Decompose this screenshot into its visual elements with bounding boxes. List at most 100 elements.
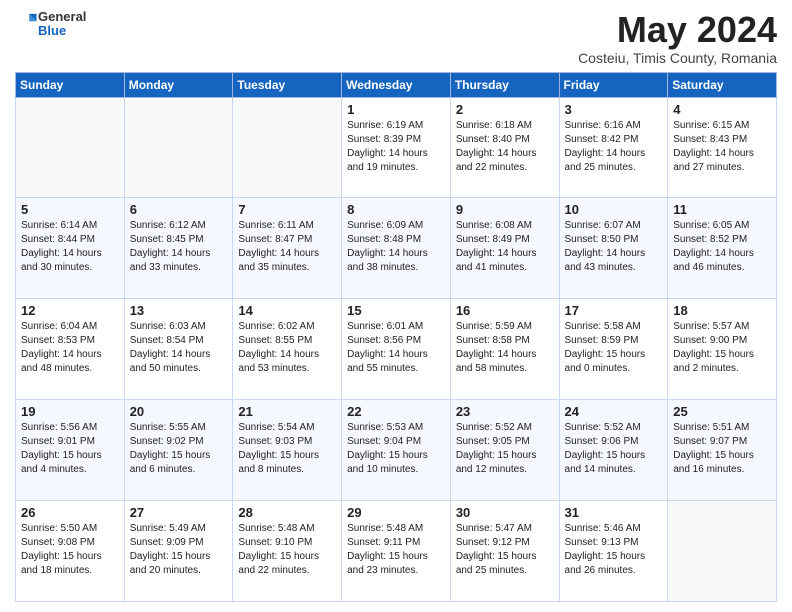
- calendar-cell: 22 Sunrise: 5:53 AM Sunset: 9:04 PM Dayli…: [342, 400, 451, 501]
- calendar-table: SundayMondayTuesdayWednesdayThursdayFrid…: [15, 72, 777, 602]
- calendar-cell: 2 Sunrise: 6:18 AM Sunset: 8:40 PM Daylig…: [450, 97, 559, 198]
- header: General Blue May 2024 Costeiu, Timis Cou…: [15, 10, 777, 66]
- day-number: 18: [673, 303, 771, 318]
- logo-blue: Blue: [38, 24, 86, 38]
- day-number: 13: [130, 303, 228, 318]
- calendar-cell: 18 Sunrise: 5:57 AM Sunset: 9:00 PM Dayli…: [668, 299, 777, 400]
- day-info: Sunrise: 5:47 AM Sunset: 9:12 PM Dayligh…: [456, 522, 554, 578]
- calendar-cell: 21 Sunrise: 5:54 AM Sunset: 9:03 PM Dayli…: [233, 400, 342, 501]
- day-number: 25: [673, 404, 771, 419]
- calendar-cell: 12 Sunrise: 6:04 AM Sunset: 8:53 PM Dayli…: [16, 299, 125, 400]
- calendar-cell: 30 Sunrise: 5:47 AM Sunset: 9:12 PM Dayli…: [450, 501, 559, 602]
- location-subtitle: Costeiu, Timis County, Romania: [578, 50, 777, 66]
- day-info: Sunrise: 6:14 AM Sunset: 8:44 PM Dayligh…: [21, 219, 119, 275]
- day-info: Sunrise: 5:49 AM Sunset: 9:09 PM Dayligh…: [130, 522, 228, 578]
- calendar-cell: 20Sunrise: 5:55 AM Sunset: 9:02 PM Dayli…: [124, 400, 233, 501]
- calendar-cell: 25 Sunrise: 5:51 AM Sunset: 9:07 PM Dayli…: [668, 400, 777, 501]
- day-info: Sunrise: 6:19 AM Sunset: 8:39 PM Dayligh…: [347, 119, 445, 175]
- day-info: Sunrise: 5:58 AM Sunset: 8:59 PM Dayligh…: [565, 320, 663, 376]
- calendar-cell: 13 Sunrise: 6:03 AM Sunset: 8:54 PM Dayli…: [124, 299, 233, 400]
- calendar-cell: 27 Sunrise: 5:49 AM Sunset: 9:09 PM Dayli…: [124, 501, 233, 602]
- day-number: 24: [565, 404, 663, 419]
- col-header-wednesday: Wednesday: [342, 72, 451, 97]
- calendar-cell: 29Sunrise: 5:48 AM Sunset: 9:11 PM Dayli…: [342, 501, 451, 602]
- day-number: 31: [565, 505, 663, 520]
- day-number: 2: [456, 102, 554, 117]
- day-info: Sunrise: 6:02 AM Sunset: 8:55 PM Dayligh…: [238, 320, 336, 376]
- day-info: Sunrise: 5:59 AM Sunset: 8:58 PM Dayligh…: [456, 320, 554, 376]
- calendar-cell: [124, 97, 233, 198]
- day-number: 6: [130, 202, 228, 217]
- calendar-cell: 10 Sunrise: 6:07 AM Sunset: 8:50 PM Dayli…: [559, 198, 668, 299]
- calendar-cell: 28Sunrise: 5:48 AM Sunset: 9:10 PM Dayli…: [233, 501, 342, 602]
- week-row-0: 1 Sunrise: 6:19 AM Sunset: 8:39 PM Daylig…: [16, 97, 777, 198]
- day-number: 17: [565, 303, 663, 318]
- day-number: 27: [130, 505, 228, 520]
- day-number: 23: [456, 404, 554, 419]
- month-title: May 2024: [578, 10, 777, 50]
- day-number: 30: [456, 505, 554, 520]
- day-info: Sunrise: 6:09 AM Sunset: 8:48 PM Dayligh…: [347, 219, 445, 275]
- day-info: Sunrise: 6:07 AM Sunset: 8:50 PM Dayligh…: [565, 219, 663, 275]
- day-number: 8: [347, 202, 445, 217]
- day-number: 5: [21, 202, 119, 217]
- day-info: Sunrise: 5:52 AM Sunset: 9:05 PM Dayligh…: [456, 421, 554, 477]
- col-header-saturday: Saturday: [668, 72, 777, 97]
- col-header-monday: Monday: [124, 72, 233, 97]
- week-row-4: 26Sunrise: 5:50 AM Sunset: 9:08 PM Dayli…: [16, 501, 777, 602]
- day-number: 14: [238, 303, 336, 318]
- logo-general: General: [38, 10, 86, 24]
- day-number: 1: [347, 102, 445, 117]
- day-number: 12: [21, 303, 119, 318]
- calendar-cell: 8 Sunrise: 6:09 AM Sunset: 8:48 PM Daylig…: [342, 198, 451, 299]
- day-number: 21: [238, 404, 336, 419]
- day-info: Sunrise: 6:05 AM Sunset: 8:52 PM Dayligh…: [673, 219, 771, 275]
- day-info: Sunrise: 5:53 AM Sunset: 9:04 PM Dayligh…: [347, 421, 445, 477]
- calendar-cell: 6Sunrise: 6:12 AM Sunset: 8:45 PM Daylig…: [124, 198, 233, 299]
- day-info: Sunrise: 6:01 AM Sunset: 8:56 PM Dayligh…: [347, 320, 445, 376]
- calendar-cell: 24Sunrise: 5:52 AM Sunset: 9:06 PM Dayli…: [559, 400, 668, 501]
- calendar-cell: 31 Sunrise: 5:46 AM Sunset: 9:13 PM Dayli…: [559, 501, 668, 602]
- day-info: Sunrise: 5:48 AM Sunset: 9:10 PM Dayligh…: [238, 522, 336, 578]
- day-info: Sunrise: 5:56 AM Sunset: 9:01 PM Dayligh…: [21, 421, 119, 477]
- day-number: 16: [456, 303, 554, 318]
- day-info: Sunrise: 6:03 AM Sunset: 8:54 PM Dayligh…: [130, 320, 228, 376]
- day-info: Sunrise: 6:18 AM Sunset: 8:40 PM Dayligh…: [456, 119, 554, 175]
- calendar-cell: 4Sunrise: 6:15 AM Sunset: 8:43 PM Daylig…: [668, 97, 777, 198]
- day-info: Sunrise: 5:51 AM Sunset: 9:07 PM Dayligh…: [673, 421, 771, 477]
- calendar-cell: 1 Sunrise: 6:19 AM Sunset: 8:39 PM Daylig…: [342, 97, 451, 198]
- day-info: Sunrise: 6:16 AM Sunset: 8:42 PM Dayligh…: [565, 119, 663, 175]
- day-number: 26: [21, 505, 119, 520]
- week-row-2: 12 Sunrise: 6:04 AM Sunset: 8:53 PM Dayli…: [16, 299, 777, 400]
- col-header-tuesday: Tuesday: [233, 72, 342, 97]
- day-number: 19: [21, 404, 119, 419]
- week-row-3: 19 Sunrise: 5:56 AM Sunset: 9:01 PM Dayli…: [16, 400, 777, 501]
- calendar-cell: 23 Sunrise: 5:52 AM Sunset: 9:05 PM Dayli…: [450, 400, 559, 501]
- calendar-cell: 9Sunrise: 6:08 AM Sunset: 8:49 PM Daylig…: [450, 198, 559, 299]
- day-number: 4: [673, 102, 771, 117]
- col-header-sunday: Sunday: [16, 72, 125, 97]
- calendar-cell: [668, 501, 777, 602]
- calendar-cell: 3Sunrise: 6:16 AM Sunset: 8:42 PM Daylig…: [559, 97, 668, 198]
- day-info: Sunrise: 5:57 AM Sunset: 9:00 PM Dayligh…: [673, 320, 771, 376]
- calendar-header-row: SundayMondayTuesdayWednesdayThursdayFrid…: [16, 72, 777, 97]
- logo: General Blue: [15, 10, 86, 39]
- calendar-cell: [16, 97, 125, 198]
- calendar-cell: 14 Sunrise: 6:02 AM Sunset: 8:55 PM Dayli…: [233, 299, 342, 400]
- day-number: 29: [347, 505, 445, 520]
- calendar-cell: 7Sunrise: 6:11 AM Sunset: 8:47 PM Daylig…: [233, 198, 342, 299]
- calendar-cell: 11Sunrise: 6:05 AM Sunset: 8:52 PM Dayli…: [668, 198, 777, 299]
- calendar-cell: 17 Sunrise: 5:58 AM Sunset: 8:59 PM Dayli…: [559, 299, 668, 400]
- calendar-cell: 19 Sunrise: 5:56 AM Sunset: 9:01 PM Dayli…: [16, 400, 125, 501]
- day-info: Sunrise: 5:54 AM Sunset: 9:03 PM Dayligh…: [238, 421, 336, 477]
- day-info: Sunrise: 5:46 AM Sunset: 9:13 PM Dayligh…: [565, 522, 663, 578]
- page: General Blue May 2024 Costeiu, Timis Cou…: [0, 0, 792, 612]
- day-info: Sunrise: 6:04 AM Sunset: 8:53 PM Dayligh…: [21, 320, 119, 376]
- day-number: 22: [347, 404, 445, 419]
- day-number: 10: [565, 202, 663, 217]
- calendar-cell: 5 Sunrise: 6:14 AM Sunset: 8:44 PM Daylig…: [16, 198, 125, 299]
- day-number: 15: [347, 303, 445, 318]
- week-row-1: 5 Sunrise: 6:14 AM Sunset: 8:44 PM Daylig…: [16, 198, 777, 299]
- calendar-cell: [233, 97, 342, 198]
- logo-icon: [16, 11, 38, 33]
